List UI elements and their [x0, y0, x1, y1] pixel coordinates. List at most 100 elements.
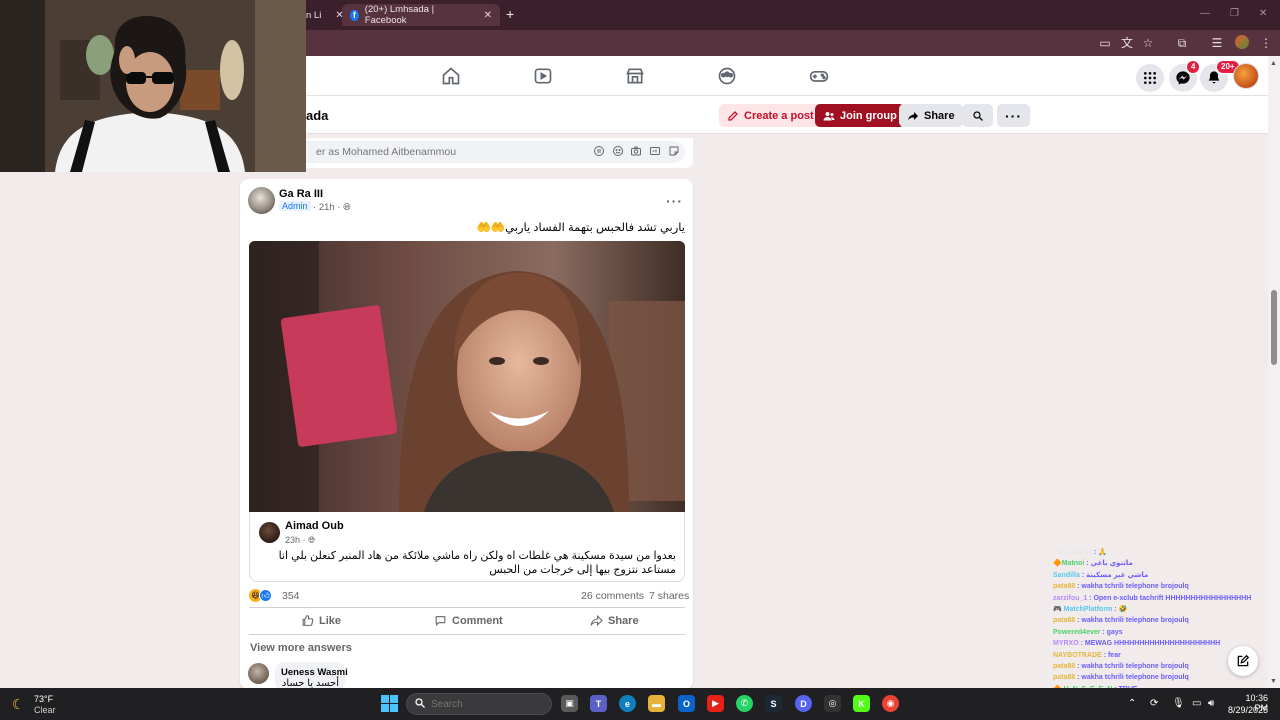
- tray-chevron-icon[interactable]: ⌃: [1128, 698, 1136, 709]
- account-avatar[interactable]: [1233, 63, 1259, 89]
- task-view-icon[interactable]: ▣: [561, 695, 578, 712]
- scroll-down-icon[interactable]: ▼: [1270, 678, 1277, 685]
- close-icon[interactable]: ✕: [484, 10, 492, 21]
- chat-username: pata88: [1053, 617, 1076, 625]
- taskbar-search-input[interactable]: [406, 693, 552, 715]
- people-icon: [823, 111, 835, 120]
- author-avatar[interactable]: [248, 187, 275, 214]
- kick-icon[interactable]: K: [853, 695, 870, 712]
- chat-message: 7oni_Labtal : 🙏: [1053, 547, 1253, 558]
- search-icon: [972, 110, 983, 121]
- chat-username: zarzifou_1: [1053, 594, 1088, 602]
- chat-message: zarzifou_1 : Open e-xclub tachrift HHHHH…: [1053, 593, 1253, 604]
- weather-condition[interactable]: Clear: [34, 705, 56, 715]
- translate-icon[interactable]: 文: [1120, 36, 1134, 50]
- clock-date[interactable]: 8/29/2025: [1218, 705, 1268, 715]
- chat-username: pata88: [1053, 674, 1076, 682]
- minimize-icon[interactable]: —: [1200, 8, 1210, 19]
- like-button[interactable]: Like: [301, 614, 341, 627]
- restore-icon[interactable]: ❐: [1230, 8, 1239, 19]
- comments-count[interactable]: 26 comments: [581, 590, 644, 602]
- bookmark-star-icon[interactable]: ☆: [1141, 36, 1155, 50]
- obs-icon[interactable]: ◎: [824, 695, 841, 712]
- chat-text: : 🙏: [1091, 549, 1107, 556]
- browser-menu-icon[interactable]: ⋮: [1259, 36, 1273, 50]
- network-icon[interactable]: ▭: [1192, 698, 1201, 709]
- chat-text: : wakha tchrili telephone brojoulq: [1075, 583, 1189, 591]
- gaming-icon[interactable]: [809, 66, 829, 86]
- page-scrollbar[interactable]: [1268, 56, 1280, 688]
- teams-icon[interactable]: T: [590, 695, 607, 712]
- group-name[interactable]: ada: [306, 108, 328, 123]
- emoji-icon[interactable]: [612, 145, 624, 157]
- steam-icon[interactable]: S: [765, 695, 782, 712]
- post-options-button[interactable]: ···: [666, 193, 683, 209]
- chrome-icon[interactable]: ◉: [882, 695, 899, 712]
- chat-text: : Open e-xclub tachrift HHHHHHHHHHHHHHHH…: [1087, 594, 1252, 602]
- edge-icon[interactable]: e: [619, 695, 636, 712]
- discord-icon[interactable]: D: [795, 695, 812, 712]
- close-window-icon[interactable]: ✕: [1259, 8, 1267, 19]
- chat-message: pata88 : wakha tchrili telephone brojoul…: [1053, 661, 1253, 672]
- commenter-avatar[interactable]: [248, 663, 269, 684]
- chat-message: pata88 : wakha tchrili telephone brojoul…: [1053, 581, 1253, 592]
- camera-icon[interactable]: [630, 145, 642, 157]
- cast-icon[interactable]: ▭: [1098, 36, 1112, 50]
- moon-weather-icon[interactable]: ☾: [12, 696, 25, 713]
- shares-count[interactable]: 7 shares: [649, 590, 689, 602]
- commenter-name[interactable]: Ueness Wasmi: [281, 667, 348, 678]
- post-timestamp[interactable]: · 21h · 🌐︎: [313, 202, 351, 213]
- file-explorer-icon[interactable]: ▬: [648, 695, 665, 712]
- chat-message: Powered4ever : gays: [1053, 627, 1253, 638]
- share-button[interactable]: Share: [590, 614, 639, 627]
- shared-author-avatar[interactable]: [259, 522, 280, 543]
- avatar-sticker-icon[interactable]: [593, 145, 605, 157]
- volume-icon[interactable]: 🔊︎: [1208, 698, 1214, 709]
- menu-grid-button[interactable]: [1136, 64, 1164, 92]
- reactions-summary[interactable]: 😆 👍︎ 354: [249, 589, 300, 602]
- tray-app-icon[interactable]: ⟳: [1150, 698, 1158, 709]
- new-tab-button[interactable]: +: [506, 6, 514, 22]
- join-group-button[interactable]: Join group: [815, 104, 905, 127]
- admin-badge: Admin: [279, 201, 311, 211]
- author-name[interactable]: Ga Ra III: [279, 188, 323, 200]
- weather-temperature[interactable]: 73°F: [34, 694, 53, 704]
- shared-post-timestamp[interactable]: 23h · 🌐︎: [285, 535, 315, 546]
- new-message-button[interactable]: [1228, 646, 1258, 676]
- compose-icon: [1237, 654, 1250, 667]
- extensions-icon[interactable]: ⧉: [1175, 36, 1189, 50]
- chat-username: Powered4ever: [1053, 628, 1101, 636]
- home-icon[interactable]: [441, 66, 461, 86]
- chat-text: : wakha tchrili telephone brojoulq: [1075, 674, 1189, 682]
- groups-icon[interactable]: [717, 66, 737, 86]
- create-post-button[interactable]: Create a post: [719, 104, 822, 127]
- view-more-answers-link[interactable]: View more answers: [250, 642, 352, 654]
- chat-username: 7oni_Labtal: [1053, 549, 1092, 556]
- share-group-button[interactable]: Share: [899, 104, 963, 127]
- reading-list-icon[interactable]: ☰: [1210, 36, 1224, 50]
- thumbs-up-icon: [302, 615, 314, 626]
- chat-text: : ماشي غير مسكينة: [1079, 571, 1149, 579]
- browser-tab-facebook[interactable]: f (20+) Lmhsada | Facebook ✕: [342, 4, 500, 26]
- chat-message: MYRXO : MEWAG HHHHHHHHHHHHHHHHHHHHH: [1053, 638, 1253, 649]
- more-options-button[interactable]: ···: [997, 104, 1030, 127]
- gif-icon[interactable]: [649, 145, 661, 157]
- start-button[interactable]: [381, 695, 398, 712]
- youtube-icon[interactable]: ▶: [707, 695, 724, 712]
- marketplace-icon[interactable]: [625, 66, 645, 86]
- video-icon[interactable]: [533, 66, 553, 86]
- scroll-up-icon[interactable]: ▲: [1270, 60, 1277, 67]
- microphone-icon[interactable]: 🎙︎: [1172, 698, 1185, 709]
- browser-profile-avatar[interactable]: [1235, 35, 1249, 49]
- whatsapp-icon[interactable]: ✆: [736, 695, 753, 712]
- chat-username: MYRXO: [1053, 640, 1079, 648]
- outlook-icon[interactable]: O: [678, 695, 695, 712]
- scrollbar-thumb[interactable]: [1271, 290, 1277, 365]
- sticker-icon[interactable]: [668, 145, 680, 157]
- browser-tab-previous[interactable]: n Li ✕: [306, 4, 344, 26]
- post-text: ياربي تشد فالحبس بتهمة الفساد ياربي🤲🤲: [476, 222, 685, 234]
- comment-button[interactable]: Comment: [434, 614, 503, 627]
- post-image[interactable]: [249, 241, 685, 512]
- search-group-button[interactable]: [962, 104, 993, 127]
- shared-author-name[interactable]: Aimad Oub: [285, 520, 344, 532]
